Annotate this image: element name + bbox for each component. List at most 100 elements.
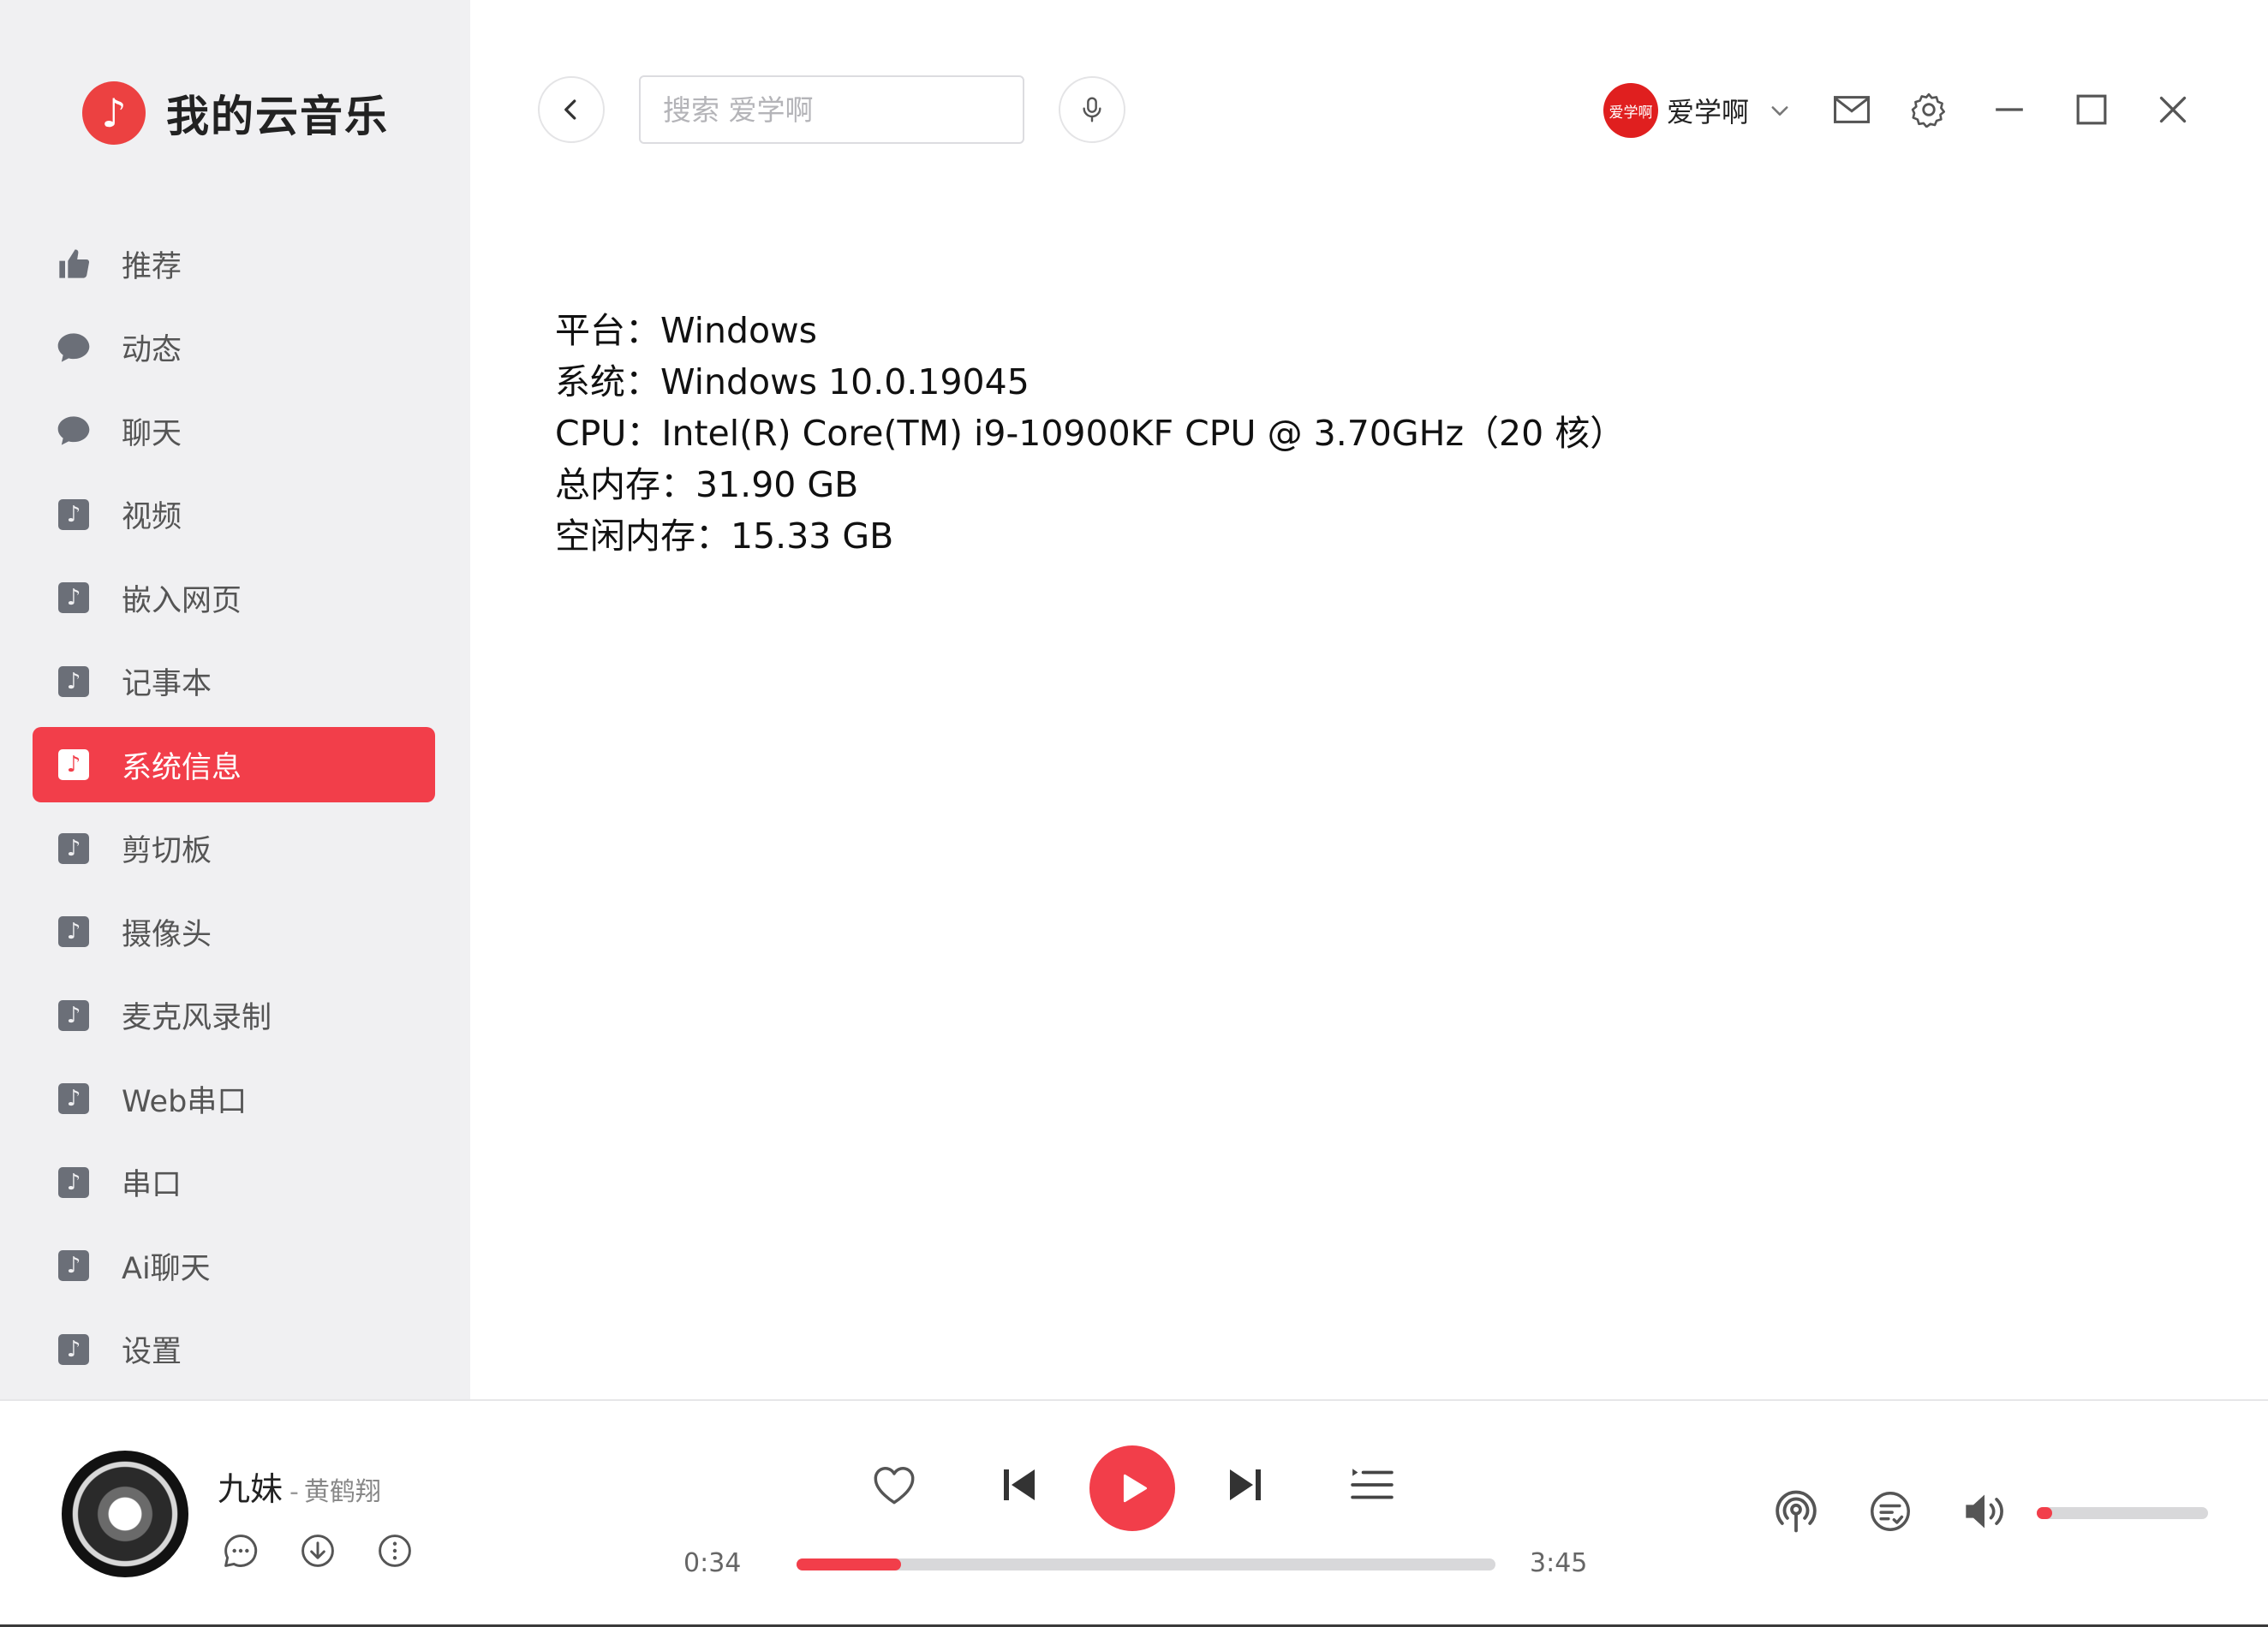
sidebar-item-label: 麦克风录制 [122, 1001, 272, 1035]
sidebar-item-notepad[interactable]: 记事本 [33, 644, 435, 719]
next-button[interactable] [1220, 1459, 1271, 1511]
music-note-icon [57, 748, 91, 782]
sidebar-item-label: 推荐 [122, 249, 182, 284]
app-logo-icon: ♪ [82, 81, 146, 145]
sidebar-item-clipboard[interactable]: 剪切板 [33, 811, 435, 886]
chat-bubble-icon [57, 331, 91, 365]
gear-icon [1911, 92, 1945, 128]
close-icon [2159, 96, 2187, 123]
previous-button[interactable] [994, 1459, 1045, 1511]
comment-button[interactable] [219, 1529, 262, 1572]
minimize-icon [1996, 108, 2023, 111]
lyrics-button[interactable] [1865, 1487, 1915, 1536]
platform-info: 平台：Windows [555, 310, 818, 351]
volume-fill [2037, 1507, 2052, 1519]
brand: ♪ 我的云音乐 [82, 80, 389, 146]
play-icon [1123, 1474, 1148, 1503]
progress-bar[interactable] [797, 1558, 1495, 1570]
sidebar-item-webpage[interactable]: 嵌入网页 [33, 560, 435, 635]
sidebar-item-chat[interactable]: 聊天 [33, 393, 435, 468]
os-info: 系统：Windows 10.0.19045 [555, 361, 1030, 402]
sidebar-item-label: 嵌入网页 [122, 583, 242, 618]
music-note-icon [57, 498, 91, 532]
sidebar-item-label: Ai聊天 [122, 1251, 211, 1286]
podcast-icon [1776, 1490, 1817, 1533]
like-button[interactable] [868, 1459, 920, 1511]
sidebar-item-settings[interactable]: 设置 [33, 1312, 435, 1387]
maximize-button[interactable] [2064, 82, 2119, 137]
sidebar-item-label: 串口 [122, 1168, 182, 1202]
lyrics-icon [1871, 1492, 1910, 1531]
sidebar-item-web-serial[interactable]: Web串口 [33, 1061, 435, 1136]
system-info-panel: 平台：Windows 系统：Windows 10.0.19045 CPU：Int… [555, 305, 1625, 562]
settings-button[interactable] [1901, 82, 1956, 137]
sidebar-item-label: 设置 [122, 1335, 182, 1369]
broadcast-button[interactable] [1771, 1487, 1821, 1536]
song-actions [219, 1529, 416, 1572]
sidebar-item-video[interactable]: 视频 [33, 477, 435, 552]
sidebar-item-serial[interactable]: 串口 [33, 1145, 435, 1220]
avatar: 爱学啊 [1603, 83, 1658, 138]
music-note-icon [57, 1082, 91, 1116]
sidebar-item-sysinfo[interactable]: 系统信息 [33, 727, 435, 802]
sidebar-item-feed[interactable]: 动态 [33, 310, 435, 385]
microphone-icon [1083, 97, 1101, 122]
sidebar-item-label: 系统信息 [122, 750, 242, 785]
progress-fill [797, 1558, 902, 1570]
cpu-info: CPU：Intel(R) Core(TM) i9-10900KF CPU @ 3… [555, 413, 1626, 454]
app-title: 我的云音乐 [166, 92, 389, 141]
sidebar-item-label: 摄像头 [122, 917, 212, 952]
heart-icon [874, 1467, 915, 1505]
sidebar-item-camera[interactable]: 摄像头 [33, 894, 435, 969]
player-bar: 九妹 - 黄鹤翔 [0, 1399, 2268, 1627]
maximize-icon [2076, 94, 2107, 125]
total-memory-info: 总内存：31.90 GB [555, 464, 859, 505]
sidebar-item-label: 记事本 [122, 667, 212, 701]
user-name: 爱学啊 [1667, 96, 1750, 128]
volume-button[interactable] [1960, 1487, 2009, 1536]
music-note-icon [57, 1332, 91, 1367]
sidebar-item-label: 视频 [122, 500, 182, 534]
current-time: 0:34 [683, 1548, 742, 1578]
album-cover[interactable] [62, 1451, 188, 1577]
more-button[interactable] [373, 1529, 416, 1572]
sidebar-item-recommend[interactable]: 推荐 [33, 226, 435, 301]
comment-icon [224, 1535, 258, 1567]
skip-next-icon [1230, 1469, 1261, 1500]
music-note-icon [57, 581, 91, 615]
download-icon [301, 1535, 334, 1567]
total-time: 3:45 [1530, 1548, 1588, 1578]
song-artist: 黄鹤翔 [303, 1477, 381, 1507]
now-playing: 九妹 - 黄鹤翔 [218, 1463, 381, 1510]
skip-previous-icon [1004, 1469, 1035, 1500]
close-button[interactable] [2146, 82, 2200, 137]
sidebar-item-label: 聊天 [122, 416, 182, 451]
voice-search-button[interactable] [1059, 76, 1125, 143]
minimize-button[interactable] [1982, 82, 2037, 137]
song-separator: - [289, 1477, 299, 1507]
music-note-icon [57, 1165, 91, 1200]
sidebar-item-ai-chat[interactable]: Ai聊天 [33, 1228, 435, 1303]
playlist-button[interactable] [1345, 1459, 1400, 1511]
thumbs-up-icon [57, 247, 91, 281]
search-input[interactable] [639, 75, 1024, 144]
download-button[interactable] [296, 1529, 339, 1572]
sidebar-item-label: 剪切板 [122, 834, 212, 868]
music-note-icon [57, 915, 91, 949]
music-note-icon [57, 1249, 91, 1283]
music-note-icon [57, 998, 91, 1033]
chat-bubble-icon [57, 414, 91, 448]
playlist-icon [1351, 1469, 1394, 1499]
mail-button[interactable] [1824, 82, 1879, 137]
free-memory-info: 空闲内存：15.33 GB [555, 516, 894, 557]
chevron-left-icon [564, 99, 576, 120]
sidebar-item-label: 动态 [122, 333, 182, 367]
volume-slider[interactable] [2037, 1507, 2208, 1519]
sidebar-item-mic-record[interactable]: 麦克风录制 [33, 978, 435, 1053]
more-options-icon [379, 1535, 411, 1567]
back-button[interactable] [538, 76, 605, 143]
music-note-icon [57, 831, 91, 866]
play-button[interactable] [1089, 1445, 1175, 1531]
sidebar-item-label: Web串口 [122, 1084, 248, 1119]
user-menu[interactable]: 爱学啊 爱学啊 [1603, 82, 1792, 139]
